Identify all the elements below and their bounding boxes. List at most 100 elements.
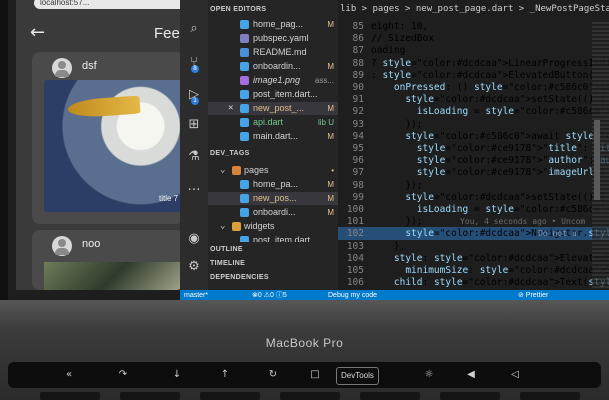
run-debug-badge: 1	[191, 97, 199, 105]
line-content: style: style="color:#dcdcaa">ElevatedBut…	[393, 252, 609, 264]
keyboard-key[interactable]	[120, 392, 180, 400]
code-line[interactable]: 86 // SizedBox	[338, 32, 609, 45]
code-line[interactable]: 94 style="color:#c586c0">await style="co…	[338, 130, 609, 143]
code-line[interactable]: 103 },	[338, 240, 609, 253]
open-editor-item[interactable]: README.md	[208, 46, 338, 59]
open-editor-item[interactable]: main.dart... M	[208, 130, 338, 143]
account-icon[interactable]: ◉	[187, 232, 201, 246]
devtools-chip[interactable]: DevTools	[336, 367, 379, 385]
code-line[interactable]: 93 });	[338, 118, 609, 131]
post-card[interactable]: dsf title 7	[32, 52, 184, 224]
line-content: child: style="color:#dcdcaa">Text(style=…	[393, 277, 609, 289]
brightness-icon[interactable]: ☼	[422, 368, 436, 382]
open-editor-item-active[interactable]: ✕ new_post_... M	[208, 102, 338, 115]
keyboard-key[interactable]	[440, 392, 500, 400]
code-line[interactable]: 95 style="color:#ce9178">"title": title,	[338, 142, 609, 155]
code-line[interactable]: 85 eight: 10,	[338, 20, 609, 33]
line-content: },	[371, 240, 406, 252]
code-line[interactable]: 104 style: style="color:#dcdcaa">Elevate…	[338, 252, 609, 265]
section-outline[interactable]: OUTLINE	[210, 246, 243, 253]
open-editor-item[interactable]: home_pag... M	[208, 18, 338, 31]
file-name: home_pa...	[253, 179, 299, 189]
section-dependencies[interactable]: DEPENDENCIES	[210, 274, 269, 281]
code-line[interactable]: 98 });	[338, 179, 609, 192]
section-project[interactable]: DEV_TAGS	[210, 150, 250, 157]
source-control-icon[interactable]: ⑂ 8	[187, 56, 201, 73]
keyboard-key[interactable]	[40, 392, 100, 400]
tree-file-item[interactable]: onboardi... M	[208, 206, 338, 219]
line-number: 100	[346, 204, 364, 215]
code-line[interactable]: 88 ? style="color:#dcdcaa">LinearProgress…	[338, 57, 609, 70]
code-line[interactable]: 90 onPressed: () style="color:#c586c0">a…	[338, 81, 609, 94]
dart-file-icon	[240, 208, 249, 217]
address-bar[interactable]: localhost:57...	[34, 0, 186, 9]
open-editor-item[interactable]: post_item.dart...	[208, 88, 338, 101]
breadcrumb[interactable]: lib > pages > new_post_page.dart > _NewP…	[338, 0, 609, 18]
folder-item[interactable]: ⌄ pages •	[208, 164, 338, 177]
search-icon[interactable]: ⌕	[187, 22, 201, 36]
line-content: style="color:#dcdcaa">setState(() {	[405, 191, 606, 203]
code-line[interactable]: 100 isLoading = style="color:#c586c0">fa…	[338, 203, 609, 216]
keyboard-key[interactable]	[280, 392, 340, 400]
step-over-icon[interactable]: ↷	[116, 368, 130, 382]
code-line[interactable]: 106 child: style="color:#dcdcaa">Text(st…	[338, 276, 609, 289]
keyboard-key[interactable]	[200, 392, 260, 400]
code-line[interactable]: 89: style="color:#dcdcaa">ElevatedButton…	[338, 69, 609, 82]
touch-bar: « ↷ ↓ ↑ ↻ □ DevTools ☼ ◀ ◁	[8, 362, 601, 388]
file-status: •	[331, 166, 334, 175]
brand-label: MacBook Pro	[265, 336, 344, 350]
code-line[interactable]: 102 style="color:#dcdcaa">Navigator.styl…	[338, 227, 609, 241]
open-editor-item[interactable]: pubspec.yaml	[208, 32, 338, 45]
rewind-icon[interactable]: «	[62, 368, 76, 382]
line-content: style="color:#c586c0">await style="color…	[405, 130, 609, 142]
run-debug-icon[interactable]: ▷ 1	[187, 88, 201, 105]
line-content: onPressed: () style="color:#c586c0">asyn…	[393, 82, 609, 93]
code-editor[interactable]: lib > pages > new_post_page.dart > _NewP…	[338, 0, 609, 290]
photo-frame: localhost:57... ← Feed dsf title 7 noo ⌕…	[0, 0, 609, 400]
step-out-icon[interactable]: ↑	[218, 368, 232, 382]
section-open-editors[interactable]: OPEN EDITORS	[210, 6, 266, 13]
line-number: 90	[352, 82, 364, 93]
settings-icon[interactable]: ⚙	[187, 260, 201, 274]
close-icon[interactable]: ✕	[228, 102, 233, 115]
tree-file-item[interactable]: home_pa... M	[208, 178, 338, 191]
mute-icon[interactable]: ◁	[508, 368, 522, 382]
open-editor-item[interactable]: api.dart lib U	[208, 116, 338, 129]
code-line[interactable]: 91 style="color:#dcdcaa">setState(() {	[338, 93, 609, 106]
post-card[interactable]: noo	[32, 230, 184, 290]
folder-name: pages	[244, 165, 269, 175]
code-line[interactable]: 101 }); You, 4 seconds ago • Uncom	[338, 215, 609, 228]
tree-file-item[interactable]: post_item.dart	[208, 234, 338, 242]
open-editor-item[interactable]: image1.png ass...	[208, 74, 338, 87]
tree-file-item-active[interactable]: new_pos... M	[208, 192, 338, 205]
step-into-icon[interactable]: ↓	[170, 368, 184, 382]
stop-icon[interactable]: □	[308, 368, 322, 382]
more-icon[interactable]: …	[187, 180, 201, 194]
testing-icon[interactable]: ⚗	[187, 150, 201, 164]
code-line[interactable]: 96 style="color:#ce9178">"author": autho…	[338, 154, 609, 167]
editor-scrollbar[interactable]	[594, 120, 600, 200]
file-name: image1.png	[253, 75, 301, 85]
section-timeline[interactable]: TIMELINE	[210, 260, 245, 267]
mobile-preview: localhost:57... ← Feed dsf title 7 noo	[16, 0, 186, 290]
image-file-icon	[240, 76, 249, 85]
hint-annotation: Do not u	[538, 229, 577, 239]
line-number: 99	[352, 191, 364, 203]
chevron-down-icon: ⌄	[220, 165, 226, 175]
restart-icon[interactable]: ↻	[266, 368, 280, 382]
code-line[interactable]: 99 style="color:#dcdcaa">setState(() {	[338, 191, 609, 204]
keyboard-key[interactable]	[360, 392, 420, 400]
extensions-icon[interactable]: ⊞	[187, 118, 201, 132]
code-line[interactable]: 87 oading	[338, 44, 609, 57]
code-line[interactable]: 97 style="color:#ce9178">"imageUrl": ima…	[338, 166, 609, 179]
file-status: M	[327, 132, 334, 141]
volume-icon[interactable]: ◀	[464, 368, 478, 382]
arrow-left-icon[interactable]: ←	[30, 24, 45, 42]
code-line[interactable]: 92 isLoading = style="color:#c586c0">tru…	[338, 105, 609, 118]
code-line[interactable]: 105 minimumSize: style="color:#dcdcaa">S…	[338, 264, 609, 277]
folder-item[interactable]: ⌄ widgets	[208, 220, 338, 233]
file-name: api.dart	[253, 117, 284, 127]
keyboard-key[interactable]	[520, 392, 580, 400]
open-editor-item[interactable]: onboardin... M	[208, 60, 338, 73]
markdown-file-icon	[240, 48, 249, 57]
